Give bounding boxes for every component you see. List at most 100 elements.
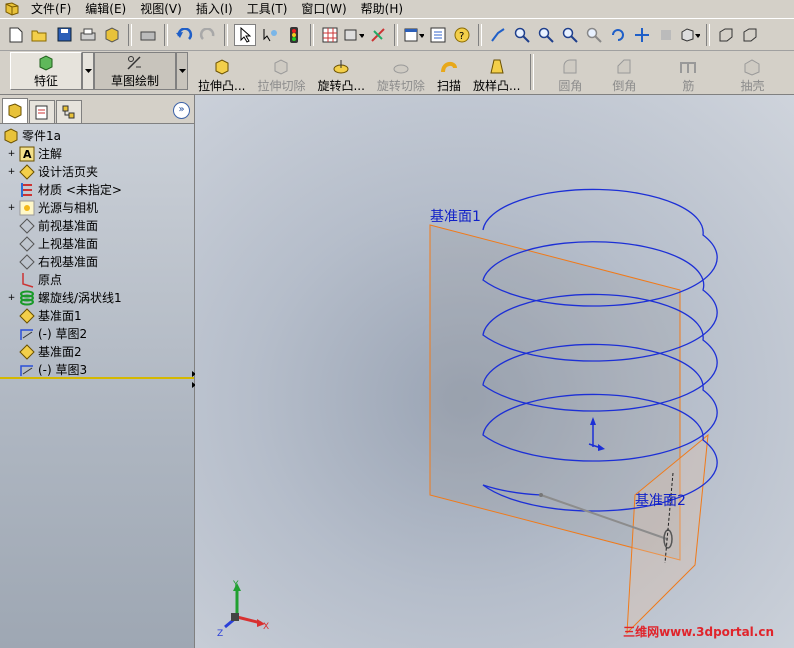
rotate-view-icon[interactable] bbox=[608, 25, 628, 45]
expand-pane-icon[interactable]: » bbox=[173, 102, 190, 119]
tree-item[interactable]: 上视基准面 bbox=[0, 235, 194, 253]
extrude-feature-icon bbox=[39, 55, 53, 71]
redo-icon[interactable] bbox=[198, 25, 218, 45]
tree-item[interactable]: + 螺旋线/涡状线1 bbox=[0, 289, 194, 307]
open-folder-icon[interactable] bbox=[30, 25, 50, 45]
menu-insert[interactable]: 插入(I) bbox=[189, 0, 240, 18]
revolve-cut-button[interactable]: 旋转切除 bbox=[371, 54, 431, 94]
sketch-dropdown[interactable] bbox=[176, 52, 188, 90]
tree-item[interactable]: 前视基准面 bbox=[0, 217, 194, 235]
chamfer-icon bbox=[617, 59, 631, 74]
view-orientation-icon[interactable] bbox=[344, 25, 364, 45]
menu-tools[interactable]: 工具(T) bbox=[240, 0, 295, 18]
features-tab[interactable]: 特征 bbox=[10, 52, 82, 90]
toolbar-separator bbox=[224, 23, 228, 46]
shell-button[interactable]: 抽壳 bbox=[734, 54, 770, 94]
configuration-tab-icon[interactable] bbox=[56, 100, 82, 123]
toolbar-separator bbox=[310, 23, 314, 46]
sketch-tab[interactable]: 草图绘制 bbox=[94, 52, 176, 90]
svg-text:A: A bbox=[23, 148, 32, 161]
tree-item[interactable]: 原点 bbox=[0, 271, 194, 289]
rib-icon bbox=[680, 62, 697, 73]
fillet-icon bbox=[563, 59, 577, 74]
tree-item[interactable]: (-) 草图2 bbox=[0, 325, 194, 343]
zoom-selection-icon[interactable] bbox=[584, 25, 604, 45]
expand-plus-icon[interactable]: + bbox=[7, 149, 16, 159]
menu-window[interactable]: 窗口(W) bbox=[294, 0, 353, 18]
save-icon[interactable] bbox=[54, 25, 74, 45]
front-view-icon[interactable] bbox=[716, 25, 736, 45]
roll-view-icon[interactable] bbox=[656, 25, 676, 45]
svg-text:?: ? bbox=[459, 31, 464, 42]
options-icon[interactable] bbox=[102, 25, 122, 45]
origin-icon bbox=[19, 272, 35, 288]
zoom-in-out-icon[interactable] bbox=[560, 25, 580, 45]
rib-button[interactable]: 筋 bbox=[672, 54, 704, 94]
tree-root-part[interactable]: 零件1a bbox=[0, 127, 194, 145]
plane-icon bbox=[19, 254, 35, 270]
expand-plus-icon[interactable]: + bbox=[7, 203, 16, 213]
feature-tree-tab-icon[interactable] bbox=[2, 98, 28, 123]
solidworks-logo-icon bbox=[5, 2, 19, 16]
traffic-light-icon[interactable] bbox=[284, 25, 304, 45]
rebuild-icon[interactable] bbox=[260, 25, 280, 45]
expand-plus-icon[interactable]: + bbox=[7, 167, 16, 177]
sweep-button[interactable]: 扫描 bbox=[431, 54, 467, 94]
undo-icon[interactable] bbox=[174, 25, 194, 45]
tree-item[interactable]: + A 注解 bbox=[0, 145, 194, 163]
sketch-icon bbox=[127, 56, 141, 70]
properties-icon[interactable] bbox=[428, 25, 448, 45]
loft-boss-button[interactable]: 放样凸... bbox=[467, 54, 526, 94]
expand-plus-icon[interactable]: + bbox=[7, 293, 16, 303]
menu-edit[interactable]: 编辑(E) bbox=[78, 0, 133, 18]
revolve-cut-label: 旋转切除 bbox=[376, 79, 425, 93]
rib-label: 筋 bbox=[682, 79, 695, 93]
display-style-icon[interactable] bbox=[680, 25, 700, 45]
toolbar-separator bbox=[164, 23, 168, 46]
property-manager-tab-icon[interactable] bbox=[29, 100, 55, 123]
features-tab-label: 特征 bbox=[33, 74, 58, 88]
back-view-icon[interactable] bbox=[740, 25, 760, 45]
revolve-cut-icon bbox=[393, 64, 409, 74]
pan-icon[interactable] bbox=[632, 25, 652, 45]
fillet-button[interactable]: 圆角 bbox=[552, 54, 588, 94]
triad-z-label: Z bbox=[217, 629, 223, 639]
axis-triad: Y X Z bbox=[217, 580, 269, 639]
measure-icon[interactable] bbox=[368, 25, 388, 45]
binder-icon bbox=[19, 164, 35, 180]
tree-item[interactable]: + 光源与相机 bbox=[0, 199, 194, 217]
rollback-bar[interactable] bbox=[0, 377, 194, 379]
toolbar-separator bbox=[394, 23, 398, 46]
standard-toolbar: ? bbox=[0, 19, 794, 51]
sweep-label: 扫描 bbox=[436, 79, 461, 93]
extrude-boss-button[interactable]: 拉伸凸... bbox=[192, 54, 251, 94]
display-pane-icon[interactable] bbox=[404, 25, 424, 45]
tree-item[interactable]: 基准面2 bbox=[0, 343, 194, 361]
menu-view[interactable]: 视图(V) bbox=[133, 0, 189, 18]
print-preview-icon[interactable] bbox=[138, 25, 158, 45]
menu-file[interactable]: 文件(F) bbox=[24, 0, 78, 18]
menu-help[interactable]: 帮助(H) bbox=[354, 0, 410, 18]
tree-item-label: 光源与相机 bbox=[38, 201, 99, 215]
part-icon bbox=[3, 128, 19, 144]
graphics-area[interactable]: 基准面1 基准面2 Y X Z 三维网www.3dportal.cn bbox=[195, 95, 794, 648]
zoom-to-fit-icon[interactable] bbox=[512, 25, 532, 45]
tree-item[interactable]: + 设计活页夹 bbox=[0, 163, 194, 181]
print-icon[interactable] bbox=[78, 25, 98, 45]
zoom-area-icon[interactable] bbox=[536, 25, 556, 45]
loft-boss-label: 放样凸... bbox=[472, 79, 521, 93]
help-icon[interactable]: ? bbox=[452, 25, 472, 45]
chamfer-button[interactable]: 倒角 bbox=[606, 54, 642, 94]
tree-item[interactable]: 材质 <未指定> bbox=[0, 181, 194, 199]
feature-manager-pane: » 零件1a + A 注解 + 设计活页夹 材质 <未指定> + 光源与相机 前视基准面 上视基准面… bbox=[0, 95, 195, 648]
select-arrow-icon[interactable] bbox=[234, 23, 256, 46]
tree-item[interactable]: 右视基准面 bbox=[0, 253, 194, 271]
revolve-boss-button[interactable]: 旋转凸... bbox=[311, 54, 370, 94]
path-endpoint[interactable] bbox=[539, 493, 543, 497]
features-dropdown[interactable] bbox=[82, 52, 94, 90]
extrude-cut-button[interactable]: 拉伸切除 bbox=[251, 54, 311, 94]
view-tools-icon[interactable] bbox=[488, 25, 508, 45]
new-icon[interactable] bbox=[6, 25, 26, 45]
tree-item[interactable]: 基准面1 bbox=[0, 307, 194, 325]
grid-icon[interactable] bbox=[320, 25, 340, 45]
